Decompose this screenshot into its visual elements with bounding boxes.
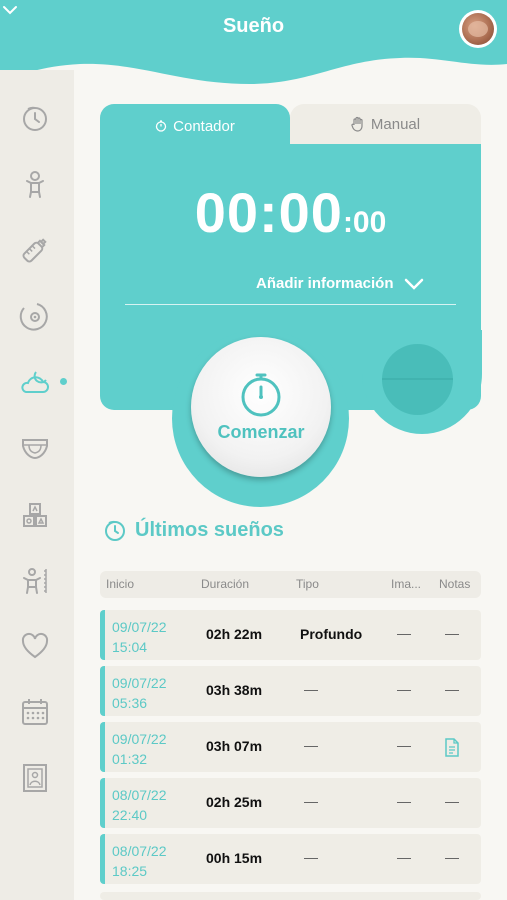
column-header: Tipo [296, 577, 319, 591]
row-image-empty [397, 634, 411, 635]
start-button[interactable]: Comenzar [191, 337, 331, 477]
chevron-down-icon[interactable] [0, 0, 20, 20]
divider [125, 304, 456, 305]
row-type-empty [304, 858, 318, 859]
row-notes-empty [445, 690, 459, 691]
row-date: 09/07/22 [112, 675, 167, 691]
app-header: Sueño [0, 0, 507, 90]
page-title: Sueño [222, 15, 285, 37]
diaper-icon[interactable] [17, 430, 53, 466]
breast-icon[interactable] [17, 298, 53, 334]
active-indicator [60, 378, 67, 385]
avatar[interactable] [459, 10, 497, 48]
tab-manual-label: Manual [370, 115, 421, 133]
row-type: Profundo [300, 626, 363, 642]
stopwatch-icon [241, 373, 281, 416]
pause-button[interactable] [382, 344, 453, 415]
start-button-label: Comenzar [217, 421, 305, 442]
table-row[interactable]: 09/07/22 15:04 02h 22m Profundo [100, 610, 481, 660]
timer-icon[interactable] [17, 100, 53, 136]
chevron-down-icon [404, 278, 423, 290]
row-time: 15:04 [112, 639, 148, 655]
row-date: 08/07/22 [112, 787, 167, 803]
column-header: Duración [201, 577, 250, 591]
timer-seconds: :00 [342, 206, 387, 239]
growth-icon[interactable] [17, 563, 53, 599]
timer-icon [105, 520, 125, 541]
row-time: 22:40 [112, 807, 148, 823]
table-row[interactable]: 08/07/22 18:25 00h 15m [100, 834, 481, 884]
timer-main: 00:00 [194, 181, 343, 244]
tab-contador-label: Contador [173, 117, 235, 135]
row-time: 05:36 [112, 695, 148, 711]
row-notes-empty [445, 858, 459, 859]
section-header: Últimos sueños [103, 518, 284, 542]
table-row[interactable]: 09/07/22 01:32 03h 07m [100, 722, 481, 772]
row-date: 09/07/22 [112, 731, 167, 747]
table-row[interactable]: 08/07/22 22:40 02h 25m [100, 778, 481, 828]
row-duration: 02h 22m [206, 626, 263, 642]
row-notes-empty [445, 802, 459, 803]
table-row[interactable]: 09/07/22 05:36 03h 38m [100, 666, 481, 716]
column-header: Notas [439, 577, 471, 591]
note-icon[interactable] [444, 738, 460, 757]
hand-icon [351, 116, 363, 132]
toys-icon[interactable] [17, 498, 53, 534]
row-duration: 00h 15m [206, 850, 263, 866]
row-image-empty [397, 690, 411, 691]
row-image-empty [397, 858, 411, 859]
row-type-empty [304, 690, 318, 691]
baby-icon[interactable] [17, 166, 53, 202]
row-type-empty [304, 802, 318, 803]
bottle-icon[interactable] [17, 232, 53, 268]
row-notes-empty [445, 634, 459, 635]
row-date: 08/07/22 [112, 843, 167, 859]
column-header: Ima... [391, 577, 422, 591]
photo-frame-icon[interactable] [17, 760, 53, 796]
tab-manual[interactable]: Manual [290, 104, 481, 144]
sleep-icon[interactable] [17, 364, 53, 400]
row-duration: 03h 38m [206, 682, 263, 698]
section-title: Últimos sueños [135, 518, 284, 541]
row-time: 01:32 [112, 751, 148, 767]
timer-display: 00:00:00 [100, 180, 481, 245]
row-time: 18:25 [112, 863, 148, 879]
table-header: Inicio Duración Tipo Ima... Notas [100, 571, 481, 598]
calendar-icon[interactable] [17, 694, 53, 730]
heart-icon[interactable] [17, 628, 53, 664]
column-header: Inicio [106, 577, 135, 591]
table-row[interactable] [100, 892, 481, 900]
row-image-empty [397, 746, 411, 747]
row-type-empty [304, 746, 318, 747]
tab-contador[interactable]: Contador [100, 104, 290, 148]
add-info-toggle[interactable]: Añadir información [256, 275, 424, 292]
row-duration: 02h 25m [206, 794, 263, 810]
add-info-label: Añadir información [256, 275, 394, 292]
row-date: 09/07/22 [112, 619, 167, 635]
stopwatch-icon [155, 120, 167, 132]
row-image-empty [397, 802, 411, 803]
row-duration: 03h 07m [206, 738, 263, 754]
